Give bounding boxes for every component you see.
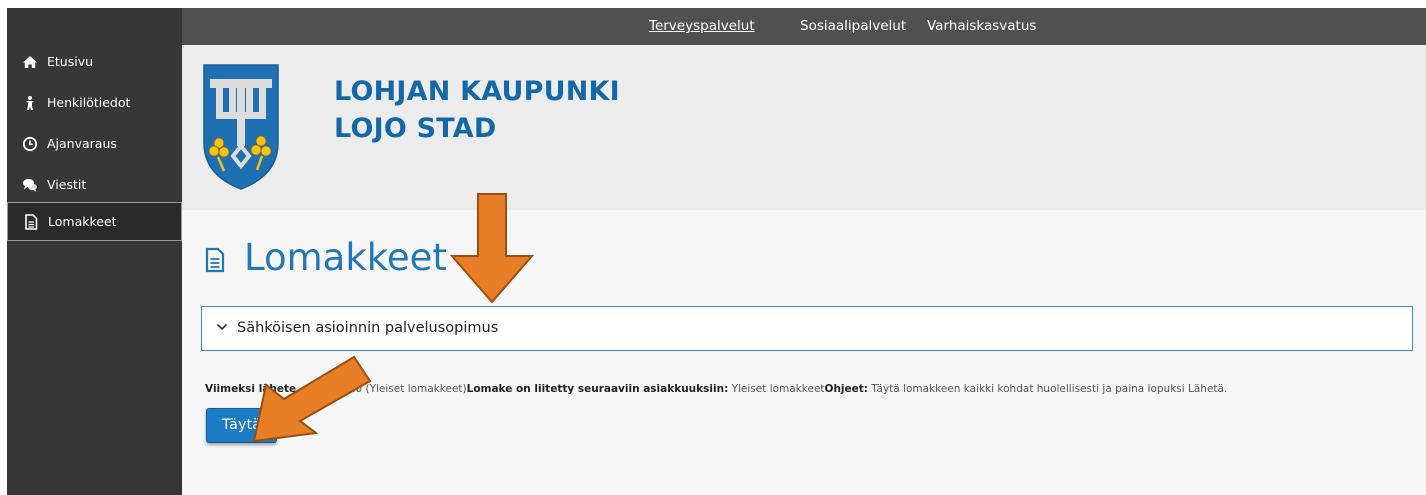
sidebar-item-henkilotiedot[interactable]: Henkilötiedot — [7, 85, 182, 121]
clock-icon — [22, 136, 38, 152]
sidebar-item-label: Henkilötiedot — [47, 95, 131, 110]
topnav-link-varhaiskasvatus[interactable]: Varhaiskasvatus — [927, 18, 1036, 34]
sidebar: Etusivu Henkilötiedot Ajanvaraus Viestit… — [7, 8, 182, 495]
page-title-text: Lomakkeet — [244, 235, 447, 279]
sidebar-item-ajanvaraus[interactable]: Ajanvaraus — [7, 126, 182, 162]
chevron-down-icon — [216, 323, 228, 331]
document-icon — [25, 214, 38, 230]
sidebar-item-label: Lomakkeet — [48, 214, 117, 229]
lohja-coat-of-arms-logo[interactable] — [202, 63, 280, 191]
page-title: Lomakkeet — [204, 232, 447, 282]
diagonal-arrow-annotation — [252, 355, 372, 443]
service-agreement-accordion[interactable]: Sähköisen asioinnin palvelusopimus — [201, 306, 1413, 351]
sidebar-item-label: Ajanvaraus — [47, 136, 117, 151]
topnav-link-sosiaalipalvelut[interactable]: Sosiaalipalvelut — [800, 18, 906, 34]
site-header: LOHJAN KAUPUNKI LOJO STAD — [182, 45, 1426, 210]
instructions-label: Ohjeet: — [824, 383, 868, 395]
brand-line-finnish: LOHJAN KAUPUNKI — [334, 76, 620, 107]
site-brand-name[interactable]: LOHJAN KAUPUNKI LOJO STAD — [334, 73, 620, 147]
sidebar-item-label: Viestit — [47, 177, 87, 192]
down-arrow-annotation — [450, 193, 534, 304]
top-nav: Terveyspalvelut Sosiaalipalvelut Varhais… — [182, 8, 1426, 45]
home-icon — [23, 56, 37, 68]
main-content: Lomakkeet Sähköisen asioinnin palvelusop… — [182, 210, 1426, 495]
sidebar-item-viestit[interactable]: Viestit — [7, 167, 182, 203]
sidebar-item-lomakkeet[interactable]: Lomakkeet — [7, 202, 182, 241]
sidebar-item-etusivu[interactable]: Etusivu — [7, 44, 182, 80]
sidebar-item-label: Etusivu — [47, 54, 94, 69]
instructions-value: Täytä lomakkeen kaikki kohdat huolellise… — [868, 383, 1228, 395]
top-navigation-bar: Terveyspalvelut Sosiaalipalvelut Varhais… — [182, 8, 1426, 45]
linked-customerships-label: Lomake on liitetty seuraaviin asiakkuuks… — [466, 383, 729, 395]
app-frame: Etusivu Henkilötiedot Ajanvaraus Viestit… — [0, 0, 1426, 495]
chat-icon — [23, 179, 37, 192]
brand-line-swedish: LOJO STAD — [334, 113, 497, 144]
accordion-title: Sähköisen asioinnin palvelusopimus — [237, 320, 499, 336]
topnav-link-terveyspalvelut[interactable]: Terveyspalvelut — [649, 18, 755, 34]
document-icon — [205, 247, 225, 273]
linked-customerships-value: Yleiset lomakkeet — [728, 383, 825, 395]
person-icon — [26, 96, 34, 110]
